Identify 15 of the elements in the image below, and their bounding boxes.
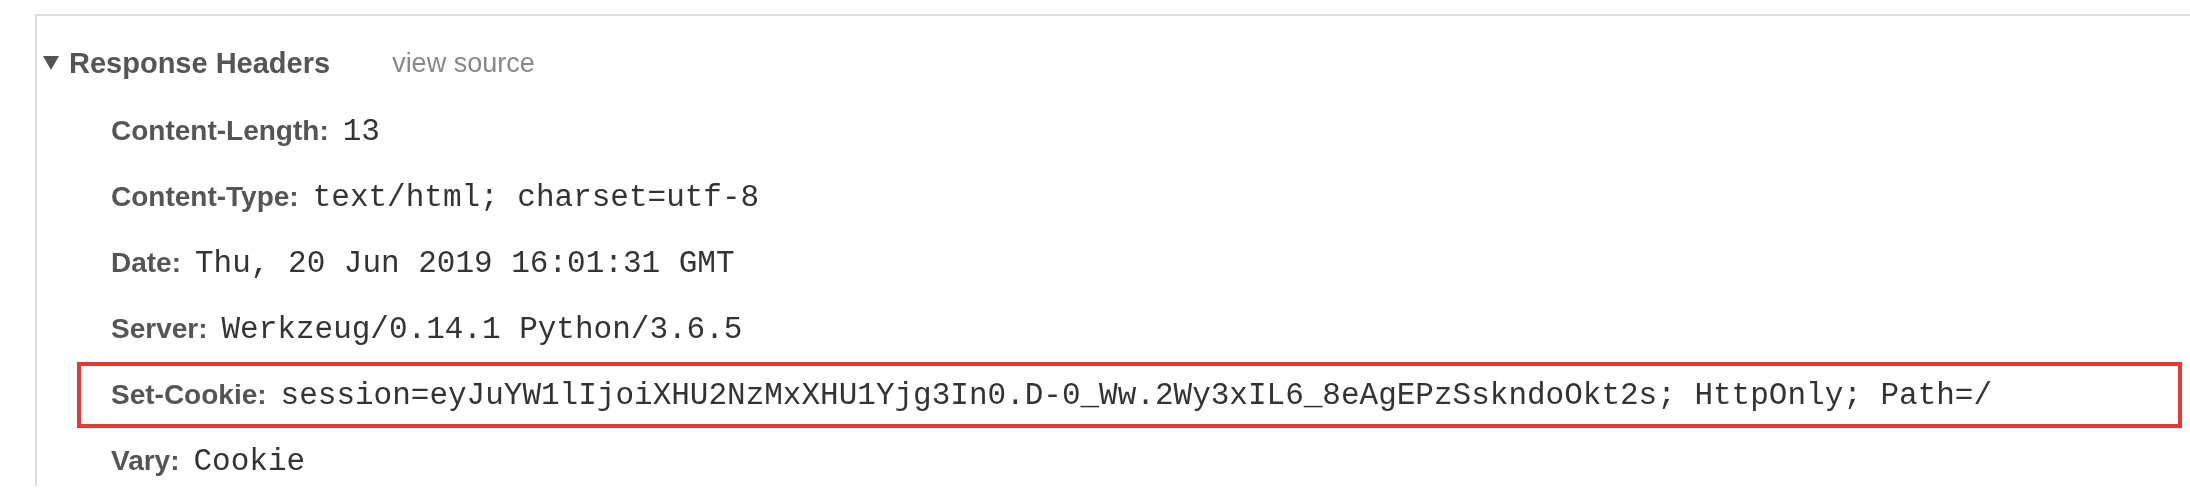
header-name: Date: [111,247,181,279]
header-name: Vary: [111,445,180,477]
header-value: Thu, 20 Jun 2019 16:01:31 GMT [195,245,735,281]
header-value: 13 [342,113,380,149]
section-title[interactable]: Response Headers [69,46,331,80]
header-name: Server: [111,313,208,345]
header-name: Content-Length: [111,115,329,147]
expand-triangle-icon[interactable] [43,56,59,70]
header-value: Werkzeug/0.14.1 Python/3.6.5 [221,311,743,347]
header-value: Cookie [193,443,306,479]
header-name: Set-Cookie: [111,379,267,411]
view-source-link[interactable]: view source [392,47,535,79]
header-value: text/html; charset=utf-8 [312,179,760,215]
header-value: session=eyJuYW1lIjoiXHU2NzMxXHU1Yjg3In0.D-0_Ww.2Wy3xIL6_8eAgEPzSskndoOkt2s; HttpOnly; Path=/ [280,377,1993,413]
header-name: Content-Type: [111,181,299,213]
